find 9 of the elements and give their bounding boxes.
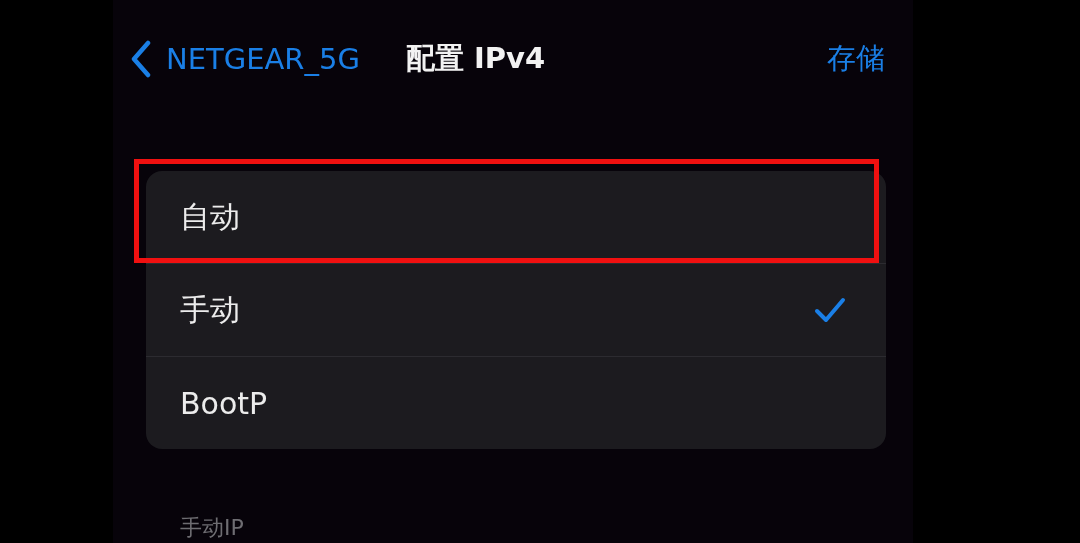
option-row[interactable]: 手动 <box>146 263 886 356</box>
checkmark-icon <box>814 297 846 323</box>
option-row[interactable]: BootP <box>146 356 886 449</box>
section-header: 手动IP <box>180 514 245 542</box>
back-button[interactable]: NETGEAR_5G <box>130 39 360 78</box>
save-button[interactable]: 存储 <box>827 38 885 79</box>
screen-title: 配置 IPv4 <box>405 39 546 77</box>
option-row[interactable]: 自动 <box>146 171 886 263</box>
chevron-left-icon <box>130 39 152 78</box>
